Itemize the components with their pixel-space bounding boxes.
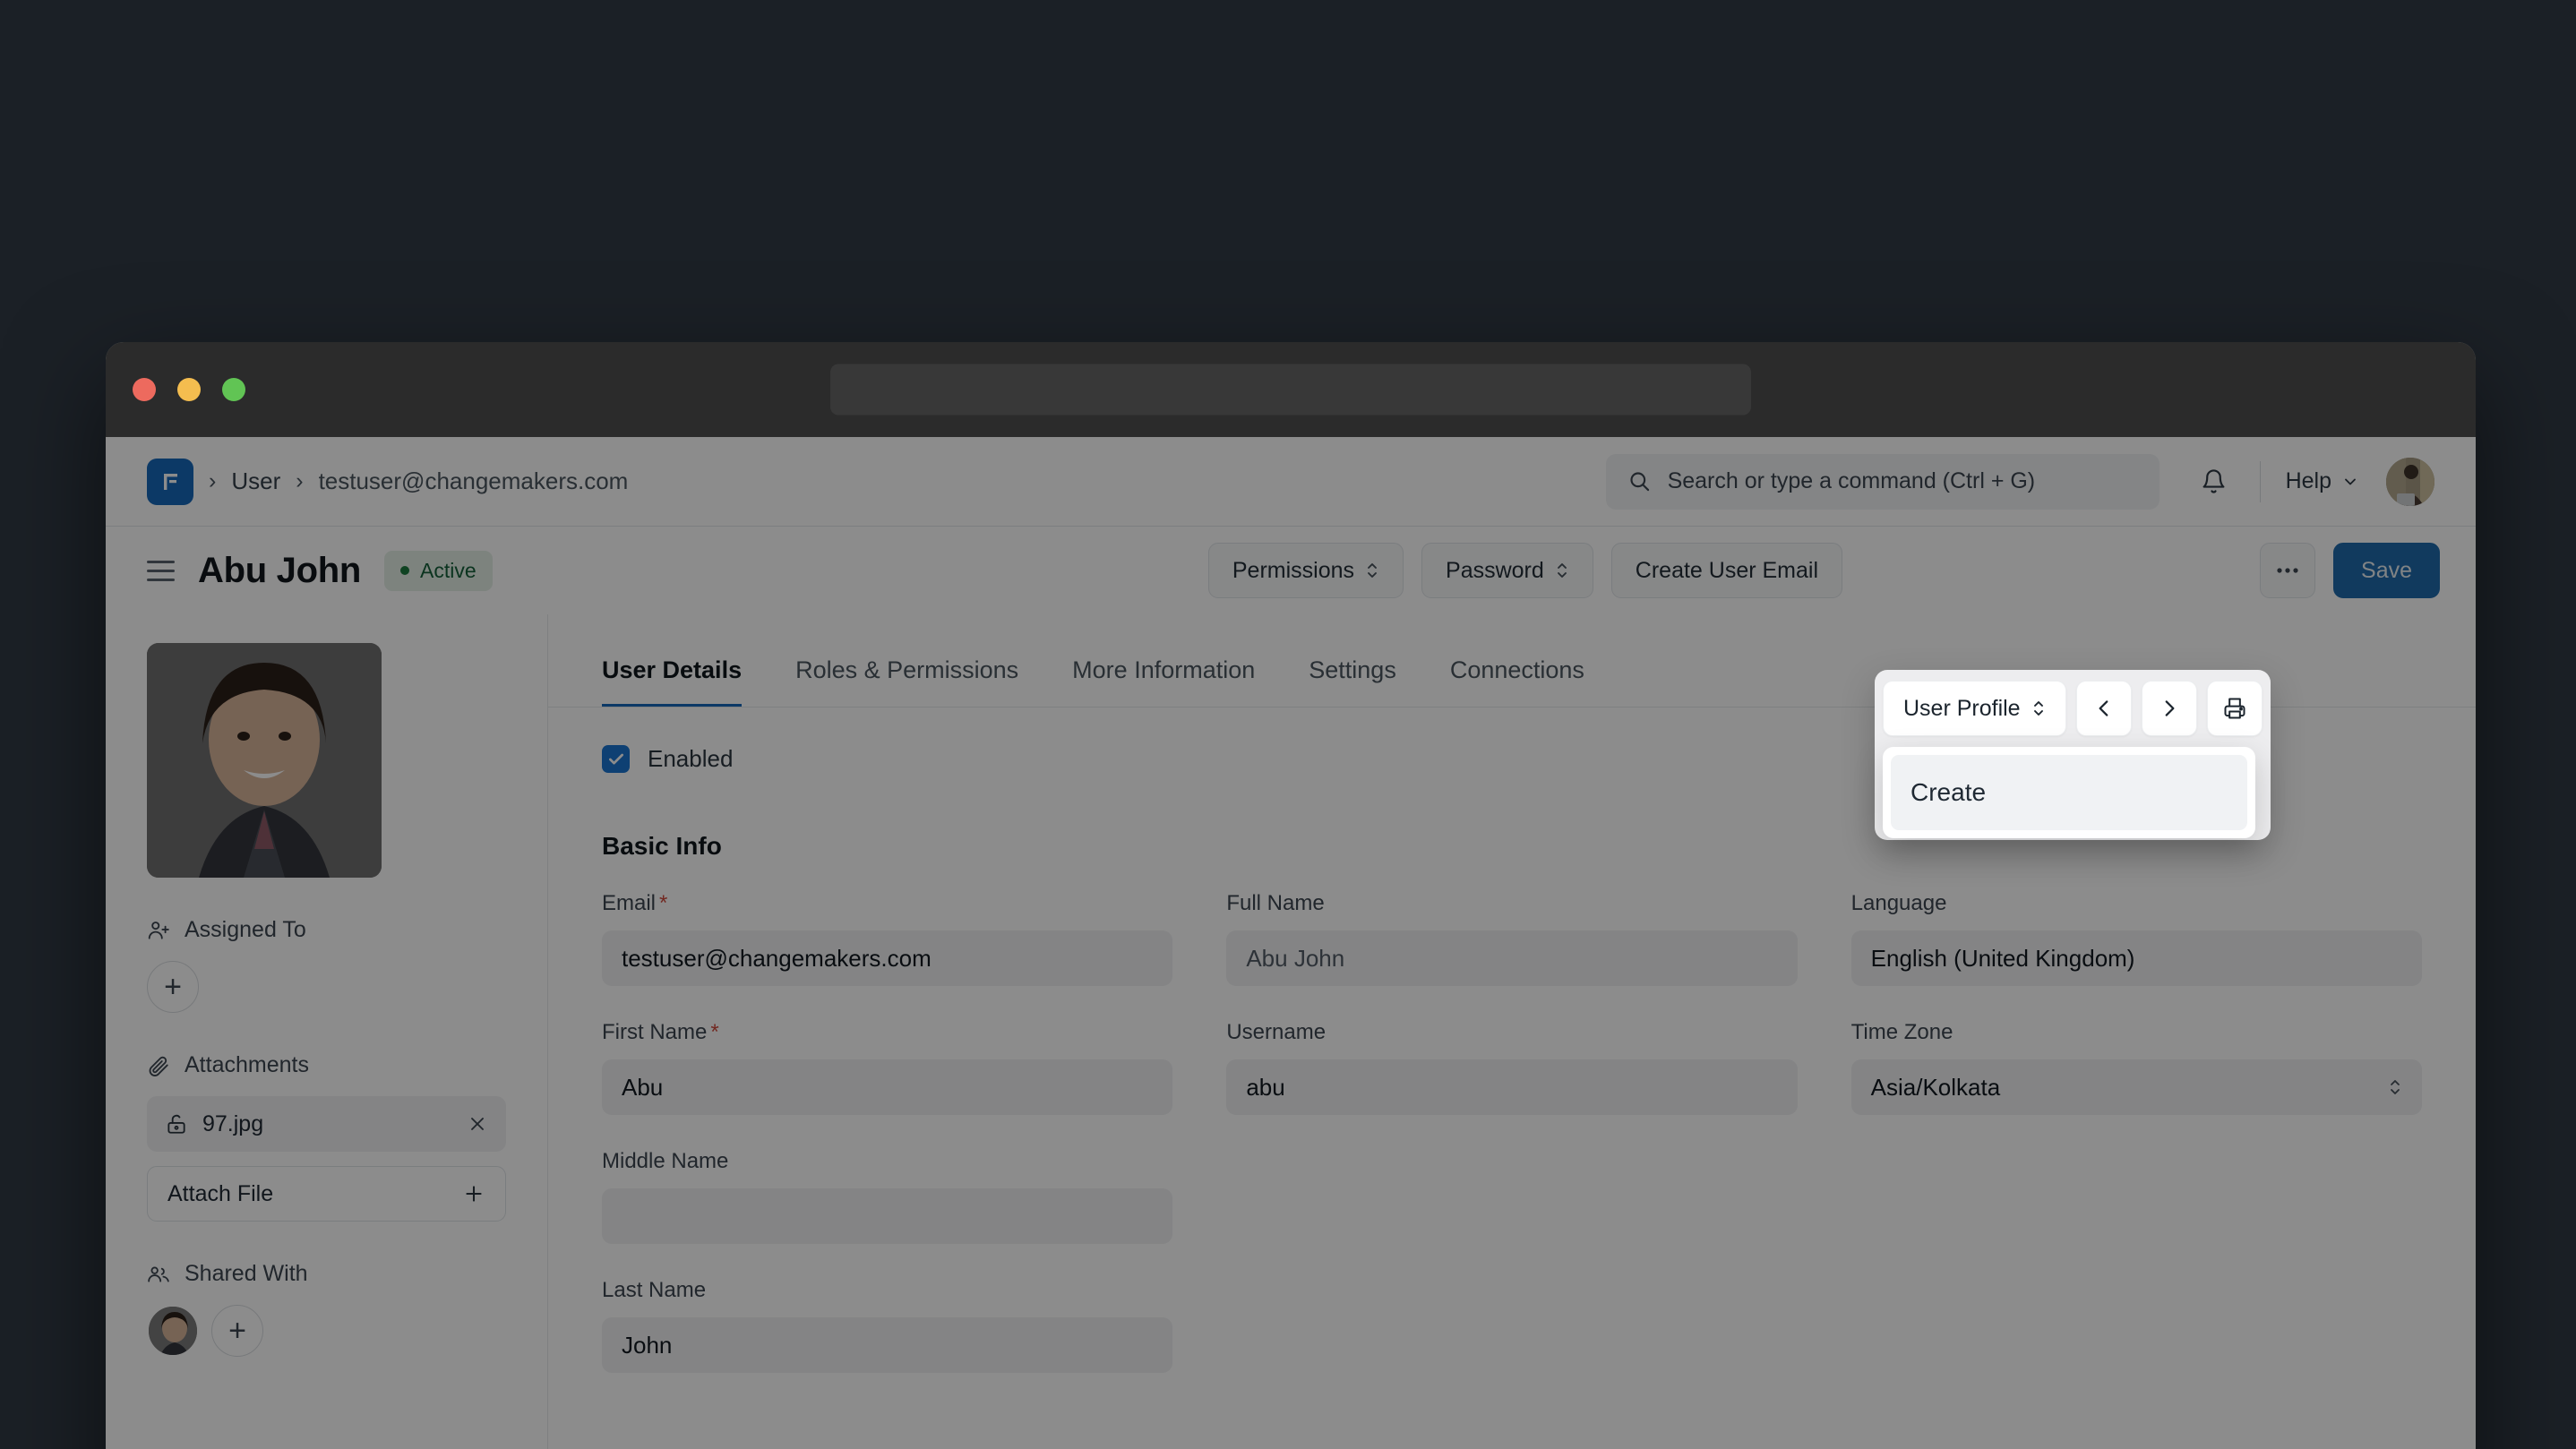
url-bar[interactable]	[830, 364, 1751, 416]
user-profile-label: User Profile	[1903, 695, 2021, 721]
app-viewport: › User › testuser@changemakers.com Searc…	[106, 437, 2476, 1449]
printer-icon	[2222, 696, 2247, 721]
maximize-window-button[interactable]	[222, 378, 245, 401]
window-controls[interactable]	[133, 378, 245, 401]
previous-document-button[interactable]	[2075, 681, 2132, 736]
menu-item-create[interactable]: Create	[1891, 755, 2247, 830]
chevron-left-icon	[2092, 697, 2116, 720]
browser-window: › User › testuser@changemakers.com Searc…	[106, 342, 2476, 1449]
user-profile-select[interactable]: User Profile	[1883, 681, 2066, 736]
chevron-right-icon	[2158, 697, 2181, 720]
chevron-up-down-icon	[2031, 698, 2046, 719]
print-button[interactable]	[2206, 681, 2263, 736]
next-document-button[interactable]	[2141, 681, 2197, 736]
desktop-background: › User › testuser@changemakers.com Searc…	[0, 0, 2576, 1449]
minimize-window-button[interactable]	[177, 378, 201, 401]
close-window-button[interactable]	[133, 378, 156, 401]
popup-dropdown-menu: Create	[1883, 747, 2255, 838]
popup-toolbar: User Profile	[1883, 681, 2263, 736]
modal-dim-overlay[interactable]	[106, 437, 2476, 1449]
browser-titlebar	[106, 342, 2476, 437]
